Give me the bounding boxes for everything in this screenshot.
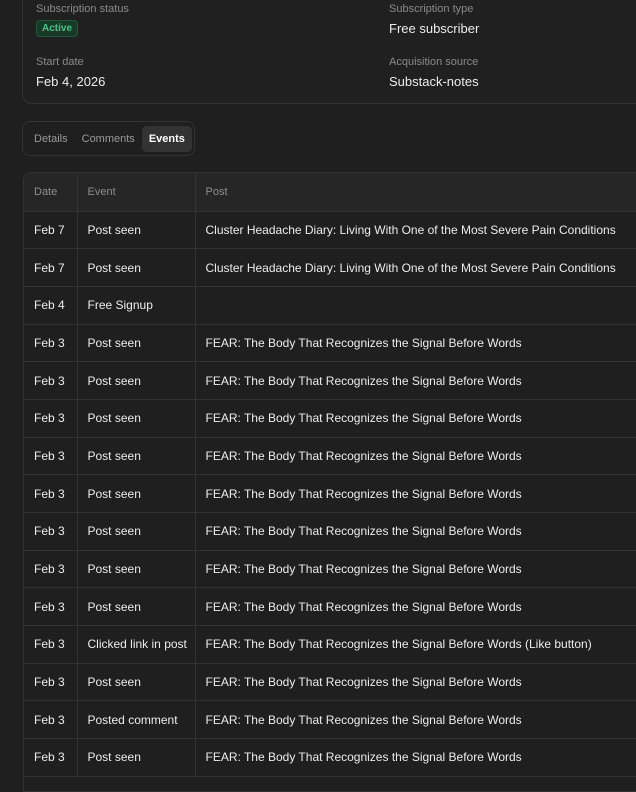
acquisition-source-label: Acquisition source xyxy=(389,56,479,68)
event-post-cell[interactable]: FEAR: The Body That Recognizes the Signa… xyxy=(195,437,636,476)
column-header-date: Date xyxy=(24,173,78,212)
event-post-cell[interactable]: Cluster Headache Diary: Living With One … xyxy=(195,248,636,287)
event-post-cell[interactable]: FEAR: The Body That Recognizes the Signa… xyxy=(195,738,636,777)
table-row[interactable]: Feb 3 Post seen FEAR: The Body That Recogn… xyxy=(24,663,636,702)
event-type-cell: Clicked link in post xyxy=(77,625,196,664)
event-date-cell: Feb 3 xyxy=(24,550,78,589)
event-date-cell: Feb 3 xyxy=(24,399,78,438)
table-header-row: Date Event Post xyxy=(24,173,636,212)
table-row[interactable]: Feb 7 Post seen Cluster Headache Diary: Li… xyxy=(24,248,636,287)
column-header-event: Event xyxy=(77,173,196,212)
table-row[interactable]: Feb 3 Clicked link in post FEAR: The Body … xyxy=(24,625,636,664)
event-type-cell: Posted comment xyxy=(77,700,196,740)
event-date-cell: Feb 3 xyxy=(24,361,78,400)
start-date-label: Start date xyxy=(36,56,84,68)
table-row[interactable]: Feb 3 Post seen FEAR: The Body That Recogn… xyxy=(24,399,636,438)
table-row[interactable]: Feb 3 Post seen FEAR: The Body That Recogn… xyxy=(24,587,636,627)
event-post-cell[interactable] xyxy=(195,286,636,325)
event-post-cell[interactable]: FEAR: The Body That Recognizes the Signa… xyxy=(195,512,636,551)
table-row[interactable]: Feb 7 Post seen Cluster Headache Diary: Li… xyxy=(24,211,636,250)
tab-events[interactable]: Events xyxy=(141,125,192,152)
event-post-cell[interactable]: FEAR: The Body That Recognizes the Signa… xyxy=(195,550,636,589)
table-row[interactable]: Feb 3 Post seen FEAR: The Body That Recogn… xyxy=(24,361,636,400)
event-type-cell: Post seen xyxy=(77,587,196,627)
subscription-status-label: Subscription status xyxy=(36,3,129,15)
acquisition-source-value: Substack-notes xyxy=(389,74,479,89)
event-date-cell: Feb 3 xyxy=(24,512,78,551)
event-date-cell: Feb 3 xyxy=(24,587,78,627)
event-post-cell[interactable]: FEAR: The Body That Recognizes the Signa… xyxy=(195,587,636,627)
event-type-cell: Post seen xyxy=(77,738,196,777)
event-date-cell: Feb 7 xyxy=(24,248,78,287)
events-table: Date Event Post Feb 7 Post seen Cluster He… xyxy=(24,173,636,777)
event-date-cell: Feb 3 xyxy=(24,738,78,777)
table-row[interactable]: Feb 3 Post seen FEAR: The Body That Recogn… xyxy=(24,512,636,551)
table-row[interactable]: Feb 3 Posted comment FEAR: The Body That R… xyxy=(24,700,636,740)
event-type-cell: Post seen xyxy=(77,663,196,702)
acquisition-source-field: Acquisition source Substack-notes xyxy=(389,56,479,89)
event-type-cell: Post seen xyxy=(77,437,196,476)
event-post-cell[interactable]: FEAR: The Body That Recognizes the Signa… xyxy=(195,399,636,438)
event-type-cell: Post seen xyxy=(77,474,196,513)
event-type-cell: Post seen xyxy=(77,512,196,551)
subscription-type-value: Free subscriber xyxy=(389,21,480,36)
event-date-cell: Feb 3 xyxy=(24,437,78,476)
event-post-cell[interactable]: FEAR: The Body That Recognizes the Signa… xyxy=(195,361,636,400)
event-post-cell[interactable]: FEAR: The Body That Recognizes the Signa… xyxy=(195,700,636,740)
event-type-cell: Post seen xyxy=(77,248,196,287)
subscriber-info-card: Subscription status Active Subscription … xyxy=(22,0,636,104)
event-post-cell[interactable]: FEAR: The Body That Recognizes the Signa… xyxy=(195,663,636,702)
event-type-cell: Free Signup xyxy=(77,286,196,325)
table-row[interactable]: Feb 3 Post seen FEAR: The Body That Recogn… xyxy=(24,474,636,513)
event-type-cell: Post seen xyxy=(77,324,196,363)
start-date-value: Feb 4, 2026 xyxy=(36,74,106,89)
event-date-cell: Feb 3 xyxy=(24,663,78,702)
table-row[interactable]: Feb 3 Post seen FEAR: The Body That Recogn… xyxy=(24,437,636,476)
event-type-cell: Post seen xyxy=(77,361,196,400)
column-header-post: Post xyxy=(195,173,636,212)
event-date-cell: Feb 3 xyxy=(24,324,78,363)
event-type-cell: Post seen xyxy=(77,399,196,438)
event-date-cell: Feb 4 xyxy=(24,286,78,325)
event-type-cell: Post seen xyxy=(77,211,196,250)
start-date-field: Start date Feb 4, 2026 xyxy=(36,56,105,89)
table-row[interactable]: Feb 3 Post seen FEAR: The Body That Recogn… xyxy=(24,738,636,777)
event-post-cell[interactable]: FEAR: The Body That Recognizes the Signa… xyxy=(195,625,636,664)
table-row[interactable]: Feb 3 Post seen FEAR: The Body That Recogn… xyxy=(24,550,636,589)
event-type-cell: Post seen xyxy=(77,550,196,589)
event-post-cell[interactable]: FEAR: The Body That Recognizes the Signa… xyxy=(195,474,636,513)
subscription-type-label: Subscription type xyxy=(389,3,474,15)
tab-comments[interactable]: Comments xyxy=(75,126,142,152)
event-date-cell: Feb 3 xyxy=(24,625,78,664)
events-table-container: Date Event Post Feb 7 Post seen Cluster He… xyxy=(23,172,636,792)
table-row[interactable]: Feb 3 Post seen FEAR: The Body That Recogn… xyxy=(24,324,636,363)
status-badge: Active xyxy=(36,20,79,37)
event-date-cell: Feb 3 xyxy=(24,474,78,513)
event-date-cell: Feb 7 xyxy=(24,211,78,250)
subscription-status-field: Subscription status Active xyxy=(36,3,129,37)
subscription-type-field: Subscription type Free subscriber xyxy=(389,3,479,36)
tab-details[interactable]: Details xyxy=(27,126,75,152)
table-row[interactable]: Feb 4 Free Signup xyxy=(24,286,636,325)
event-date-cell: Feb 3 xyxy=(24,700,78,740)
event-post-cell[interactable]: Cluster Headache Diary: Living With One … xyxy=(195,211,636,250)
tab-bar: Details Comments Events xyxy=(22,121,195,156)
event-post-cell[interactable]: FEAR: The Body That Recognizes the Signa… xyxy=(195,324,636,363)
